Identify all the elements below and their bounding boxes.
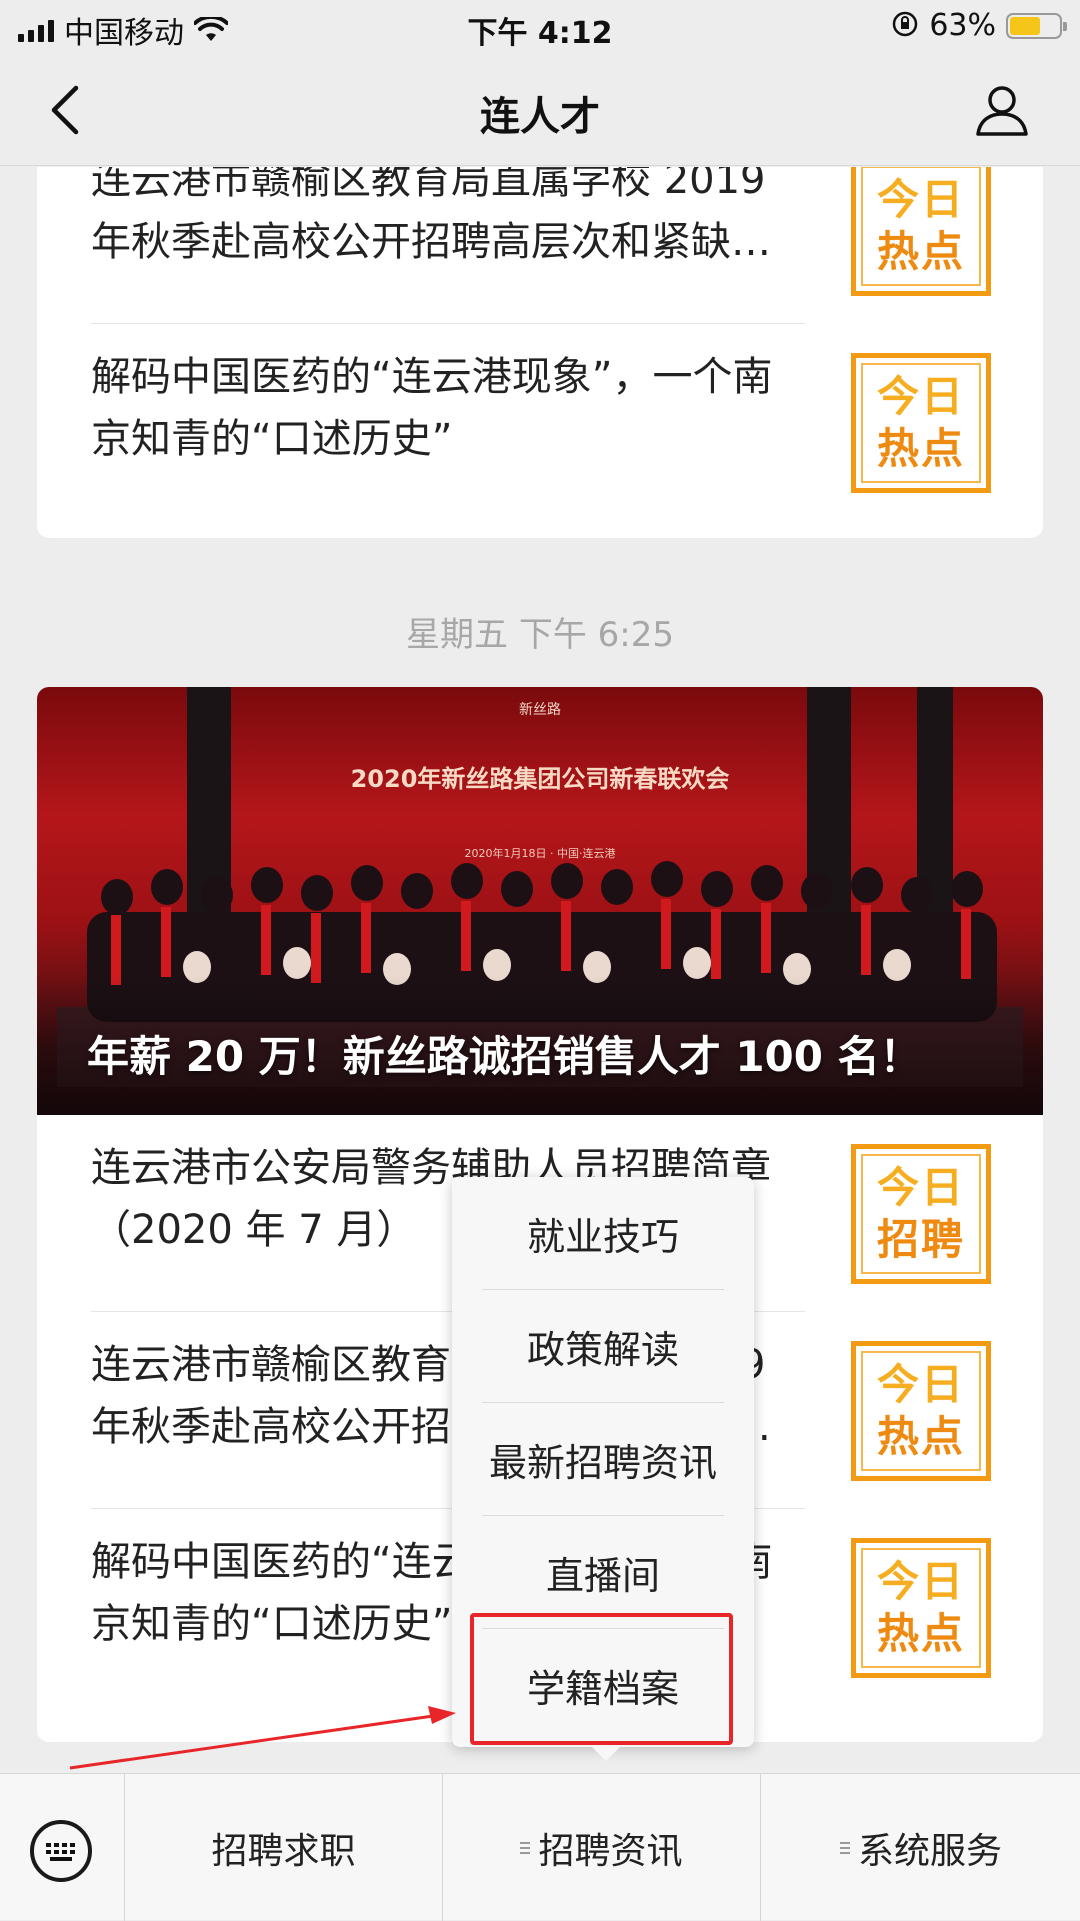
- article-title: 连云港市赣榆区教育局直属学校 2019 年秋季赴高校公开招聘高层次和紧缺…: [91, 167, 771, 265]
- nav-bar: 连人才: [0, 54, 1080, 166]
- hot-badge-icon: 今日 热点: [851, 167, 991, 296]
- menu-item-policy[interactable]: 政策解读: [482, 1290, 724, 1402]
- message-timestamp: 星期五 下午 6:25: [406, 615, 674, 655]
- orientation-lock-icon: [891, 10, 919, 42]
- news-card: 连云港市赣榆区教育局直属学校 2019 年秋季赴高校公开招聘高层次和紧缺… 今日…: [37, 167, 1043, 538]
- menu-item-job-tips[interactable]: 就业技巧: [482, 1177, 724, 1289]
- article-item[interactable]: 解码中国医药的“连云港现象”，一个南京知青的“口述历史” 今日 热点: [91, 324, 991, 520]
- menu-label: 招聘求职: [211, 1830, 356, 1872]
- badge-line: 招聘: [876, 1215, 965, 1264]
- battery-level: [1010, 16, 1041, 35]
- banner-stage-title: 2020年新丝路集团公司新春联欢会: [350, 765, 730, 793]
- battery-percent: 63%: [929, 8, 996, 43]
- menu-system-services[interactable]: 系统服务: [762, 1774, 1080, 1921]
- article-item[interactable]: 连云港市赣榆区教育局直属学校 2019 年秋季赴高校公开招聘高层次和紧缺… 今日…: [91, 167, 991, 323]
- status-right: 63%: [891, 8, 1067, 43]
- keyboard-icon: [30, 1820, 92, 1882]
- hot-badge-icon: 今日 热点: [851, 1538, 991, 1678]
- banner-caption: 年薪 20 万！新丝路诚招销售人才 100 名！: [87, 1032, 922, 1081]
- article-title: 解码中国医药的“连云港现象”，一个南京知青的“口述历史”: [91, 354, 773, 462]
- recruit-badge-icon: 今日 招聘: [851, 1144, 991, 1284]
- menu-recruit-news[interactable]: 招聘资讯: [443, 1774, 761, 1921]
- badge-line: 今日: [876, 175, 965, 224]
- page-title: 连人才: [480, 94, 600, 140]
- person-icon[interactable]: [974, 82, 1030, 138]
- badge-line: 今日: [876, 1360, 965, 1409]
- badge-line: 今日: [876, 1163, 965, 1212]
- hot-badge-icon: 今日 热点: [851, 353, 991, 493]
- highlight-box: [470, 1613, 733, 1745]
- badge-line: 今日: [876, 372, 965, 421]
- menu-item-live-room[interactable]: 直播间: [482, 1516, 724, 1628]
- menu-recruit-jobs[interactable]: 招聘求职: [125, 1774, 443, 1921]
- battery-icon: [1006, 12, 1067, 39]
- badge-line: 热点: [876, 1412, 965, 1461]
- badge-line: 热点: [876, 227, 965, 276]
- menu-label: 招聘资讯: [538, 1830, 683, 1872]
- menu-label: 系统服务: [857, 1830, 1002, 1872]
- badge-line: 热点: [876, 1609, 965, 1658]
- keyboard-toggle[interactable]: [0, 1774, 125, 1921]
- submenu-icon: [520, 1839, 531, 1857]
- badge-line: 热点: [876, 424, 965, 473]
- banner-stage-logo: 新丝路: [519, 702, 561, 718]
- submenu-icon: [839, 1839, 850, 1857]
- status-bar: 中国移动 下午 4:12 63%: [0, 0, 1080, 54]
- badge-line: 今日: [876, 1557, 965, 1606]
- banner-image[interactable]: 新丝路 2020年新丝路集团公司新春联欢会 2020年1月18日 · 中国·连云…: [37, 687, 1043, 1115]
- menu-item-latest-jobs[interactable]: 最新招聘资讯: [482, 1403, 724, 1515]
- bottom-menu: 招聘求职 招聘资讯 系统服务: [0, 1773, 1080, 1921]
- hot-badge-icon: 今日 热点: [851, 1341, 991, 1481]
